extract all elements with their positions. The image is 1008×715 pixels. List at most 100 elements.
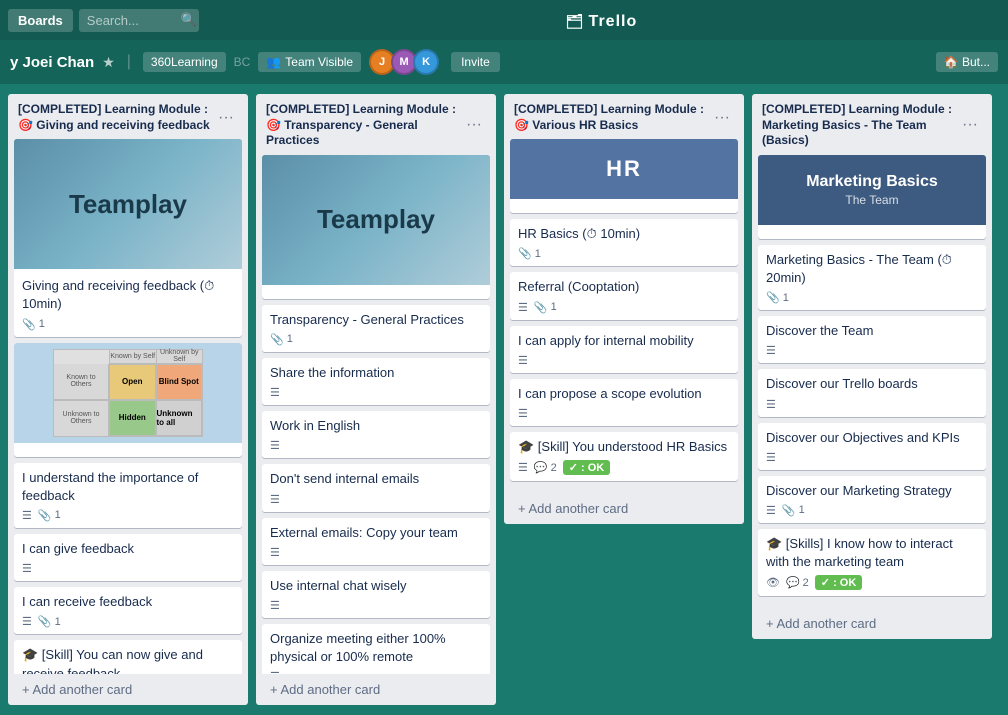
list-item[interactable]: I can receive feedback ☰ 📎 1 [14, 587, 242, 634]
add-card-button-1[interactable]: + Add another card [14, 676, 242, 703]
card-title: I can apply for internal mobility [518, 332, 730, 350]
card-title: I can receive feedback [22, 593, 234, 611]
team-icon: 👥 [266, 55, 281, 69]
lines-badge: ☰ [518, 407, 528, 420]
card-badges: 📎 1 [518, 247, 730, 260]
card-badges: 👁 💬 2 ✓ : OK [766, 575, 978, 590]
card-title: I can propose a scope evolution [518, 385, 730, 403]
card-title: Use internal chat wisely [270, 577, 482, 595]
list-item[interactable]: Discover our Objectives and KPIs ☰ [758, 423, 986, 470]
avatar[interactable]: K [413, 49, 439, 75]
list-item[interactable]: HR Basics (⏱ 10min) 📎 1 [510, 219, 738, 266]
column-menu-button-2[interactable]: ··· [462, 116, 486, 134]
list-item[interactable]: 🎓 [Skill] You understood HR Basics ☰ 💬 2… [510, 432, 738, 481]
column-title-2: [COMPLETED] Learning Module : 🎯 Transpar… [266, 102, 462, 149]
ok-badge: ✓ : OK [563, 460, 611, 475]
list-item[interactable]: I can propose a scope evolution ☰ [510, 379, 738, 426]
list-item[interactable]: 🎓 [Skill] You can now give and receive f… [14, 640, 242, 674]
member-avatars: J M K [373, 49, 439, 75]
visibility-button[interactable]: 👥 Team Visible [258, 52, 361, 72]
lines-badge: ☰ [270, 670, 280, 674]
card-title: Discover our Objectives and KPIs [766, 429, 978, 447]
invite-button[interactable]: Invite [451, 52, 500, 72]
star-icon[interactable]: ★ [102, 54, 115, 71]
list-item[interactable]: Marketing Basics - The Team (⏱ 20min) 📎 … [758, 245, 986, 310]
list-item[interactable]: Teamplay Giving and receiving feedback (… [14, 139, 242, 336]
column-menu-button-1[interactable]: ··· [214, 109, 238, 127]
card-title: Discover our Marketing Strategy [766, 482, 978, 500]
hr-cover: HR [510, 139, 738, 199]
list-item[interactable]: Use internal chat wisely ☰ [262, 571, 490, 618]
add-card-button-3[interactable]: + Add another card [510, 495, 738, 522]
column-menu-button-4[interactable]: ··· [958, 116, 982, 134]
list-item[interactable]: Transparency - General Practices 📎 1 [262, 305, 490, 352]
card-title: I can give feedback [22, 540, 234, 558]
board-title: y Joei Chan [10, 54, 94, 71]
card-title: I understand the importance of feedback [22, 469, 234, 505]
eye-badge: 👁 [766, 576, 780, 589]
list-item[interactable]: Organize meeting either 100% physical or… [262, 624, 490, 674]
card-badges: 📎 1 [22, 318, 234, 331]
card-title: Referral (Cooptation) [518, 278, 730, 296]
card-badges: ☰ 📎 1 [22, 509, 234, 522]
list-item[interactable]: Referral (Cooptation) ☰ 📎 1 [510, 272, 738, 319]
column-header-3: [COMPLETED] Learning Module : 🎯 Various … [504, 94, 744, 139]
card-badges: ☰ [518, 354, 730, 367]
butler-button[interactable]: 🏠 But... [936, 52, 998, 72]
list-item[interactable]: I understand the importance of feedback … [14, 463, 242, 528]
card-badges: 📎 1 [766, 291, 978, 304]
attachment-badge: 📎 1 [38, 615, 61, 628]
column-header-2: [COMPLETED] Learning Module : 🎯 Transpar… [256, 94, 496, 155]
comment-badge: 💬 2 [786, 576, 809, 589]
list-item[interactable]: Don't send internal emails ☰ [262, 464, 490, 511]
list-item[interactable]: 🎓 [Skills] I know how to interact with t… [758, 529, 986, 596]
lines-badge: ☰ [22, 562, 32, 575]
card-badges: 📎 1 [270, 333, 482, 346]
cover-text: Teamplay [69, 189, 187, 220]
column-title-1: [COMPLETED] Learning Module : 🎯 Giving a… [18, 102, 214, 133]
list-item[interactable]: Discover our Marketing Strategy ☰ 📎 1 [758, 476, 986, 523]
card-title: 🎓 [Skill] You understood HR Basics [518, 438, 730, 456]
list-item[interactable]: HR [510, 139, 738, 213]
column-header-1: [COMPLETED] Learning Module : 🎯 Giving a… [8, 94, 248, 139]
card-badges: ☰ [270, 546, 482, 559]
teamplay-cover-2: Teamplay [262, 155, 490, 285]
boards-button[interactable]: Boards [8, 9, 73, 32]
card-title: Discover the Team [766, 322, 978, 340]
column-menu-button-3[interactable]: ··· [710, 109, 734, 127]
list-item[interactable]: External emails: Copy your team ☰ [262, 518, 490, 565]
lines-badge: ☰ [518, 461, 528, 474]
column-cards-1: Teamplay Giving and receiving feedback (… [8, 139, 248, 674]
card-badges: ☰ 📎 1 [518, 301, 730, 314]
attachment-badge: 📎 1 [22, 318, 45, 331]
card-badges: ☰ [766, 451, 978, 464]
list-item[interactable]: Known by Self Unknown by Self Known toOt… [14, 343, 242, 457]
card-title: Giving and receiving feedback (⏱ 10min) [22, 277, 234, 313]
column-1: [COMPLETED] Learning Module : 🎯 Giving a… [8, 94, 248, 705]
card-title: Discover our Trello boards [766, 375, 978, 393]
list-item[interactable]: Discover our Trello boards ☰ [758, 369, 986, 416]
lines-badge: ☰ [270, 439, 280, 452]
board-header: y Joei Chan ★ | 360Learning BC 👥 Team Vi… [0, 40, 1008, 84]
hr-cover-text: HR [606, 156, 642, 182]
attachment-badge: 📎 1 [38, 509, 61, 522]
top-nav: Boards 🔍 🗂 Trello [0, 0, 1008, 40]
comment-badge: 💬 2 [534, 461, 557, 474]
card-badges: ☰ 📎 1 [22, 615, 234, 628]
add-card-button-2[interactable]: + Add another card [262, 676, 490, 703]
list-item[interactable]: Share the information ☰ [262, 358, 490, 405]
list-item[interactable]: Work in English ☰ [262, 411, 490, 458]
list-item[interactable]: I can give feedback ☰ [14, 534, 242, 581]
board-org[interactable]: 360Learning [143, 52, 226, 72]
list-item[interactable]: Teamplay [262, 155, 490, 299]
card-badges: ☰ [766, 344, 978, 357]
trello-logo: 🗂 Trello [203, 10, 1000, 31]
list-item[interactable]: I can apply for internal mobility ☰ [510, 326, 738, 373]
list-item[interactable]: Discover the Team ☰ [758, 316, 986, 363]
card-badges: ☰ [270, 670, 482, 674]
column-cards-3: HR HR Basics (⏱ 10min) 📎 1 Referral (Coo… [504, 139, 744, 493]
marketing-cover: Marketing Basics The Team [758, 155, 986, 225]
column-header-4: [COMPLETED] Learning Module : Marketing … [752, 94, 992, 155]
list-item[interactable]: Marketing Basics The Team [758, 155, 986, 239]
add-card-button-4[interactable]: + Add another card [758, 610, 986, 637]
